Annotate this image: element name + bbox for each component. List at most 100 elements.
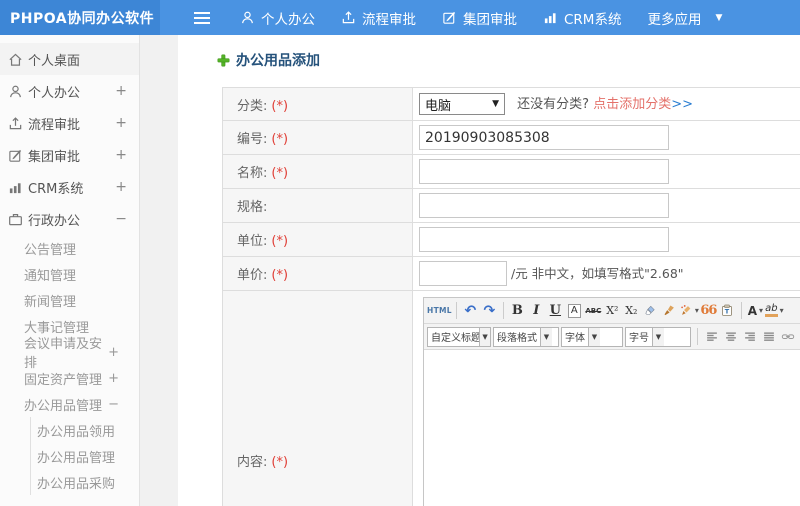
- nav-item-label: 集团审批: [463, 11, 517, 28]
- underline-button[interactable]: U: [546, 301, 565, 321]
- sidebar-item-label: 流程审批: [28, 117, 81, 133]
- editor-toolbar-row2: 自定义标题 ▼ 段落格式 ▼ 字体 ▼ 字号 ▼: [424, 324, 800, 350]
- editor-toolbar-row1: HTML ↶ ↷ B I U A ABC X² X₂ ▾ 66 A ▾ ab ▾: [424, 298, 800, 324]
- redo-icon[interactable]: ↷: [480, 301, 499, 321]
- sidebar-item-supplies-purchase[interactable]: 办公用品采购: [31, 469, 139, 495]
- briefcase-icon: [9, 213, 22, 225]
- name-row: 名称: (*): [222, 154, 800, 189]
- blockquote-button[interactable]: 66: [699, 301, 718, 321]
- sidebar-item-group-approval[interactable]: 集团审批 +: [0, 139, 139, 171]
- spec-input[interactable]: [419, 193, 669, 218]
- sidebar-item-notice-mgmt[interactable]: 通知管理: [0, 261, 139, 287]
- home-icon: [9, 53, 22, 66]
- link-icon[interactable]: [778, 327, 797, 347]
- sidebar-item-office-supplies-mgmt[interactable]: 办公用品管理 −: [0, 391, 139, 417]
- clean-format-icon[interactable]: [660, 301, 679, 321]
- font-style-button[interactable]: A: [565, 301, 584, 321]
- justify-icon[interactable]: [759, 327, 778, 347]
- expand-marker[interactable]: +: [115, 115, 127, 131]
- subscript-button[interactable]: X₂: [622, 301, 641, 321]
- caret-down-icon: ▼: [492, 99, 499, 110]
- sidebar-item-workflow-approval[interactable]: 流程审批 +: [0, 107, 139, 139]
- name-input[interactable]: [419, 159, 669, 184]
- format-painter-icon[interactable]: ▾: [679, 301, 699, 321]
- strikethrough-button[interactable]: ABC: [584, 301, 603, 321]
- add-category-link[interactable]: 点击添加分类: [593, 97, 671, 112]
- category-row: 分类: (*) 电脑 ▼ 还没有分类? 点击添加分类>>: [222, 87, 800, 121]
- sidebar-item-label: 行政办公: [28, 213, 81, 229]
- spec-row: 规格:: [222, 188, 800, 223]
- font-size-select[interactable]: 字号 ▼: [625, 326, 691, 347]
- main-panel: 办公用品添加 分类: (*) 电脑 ▼ 还没有分类? 点击添加分类>> 编号: (*…: [178, 35, 800, 506]
- sidebar-item-supplies-claim[interactable]: 办公用品领用: [31, 417, 139, 443]
- nav-item-group-approval[interactable]: 集团审批: [442, 8, 517, 28]
- html-source-button[interactable]: HTML: [427, 301, 452, 321]
- name-label: 名称: (*): [222, 154, 413, 189]
- bar-chart-icon: [544, 13, 556, 24]
- superscript-button[interactable]: X²: [603, 301, 622, 321]
- person-icon: [242, 11, 253, 24]
- category-select[interactable]: 电脑 ▼: [419, 93, 505, 116]
- paste-icon[interactable]: [718, 301, 737, 321]
- undo-icon[interactable]: ↶: [461, 301, 480, 321]
- bold-button[interactable]: B: [508, 301, 527, 321]
- menu-icon[interactable]: [194, 12, 210, 24]
- content-row: 内容: (*) HTML ↶ ↷ B I U A ABC X² X₂ ▾ 66 …: [222, 290, 800, 506]
- sidebar-item-admin-office[interactable]: 行政办公 −: [0, 203, 139, 235]
- page-title: 办公用品添加: [217, 50, 800, 70]
- editor-content-area[interactable]: [424, 350, 800, 506]
- required-marker: (*): [271, 166, 289, 181]
- paragraph-format-select[interactable]: 段落格式 ▼: [493, 326, 559, 347]
- sidebar-item-fixed-assets-mgmt[interactable]: 固定资产管理 +: [0, 365, 139, 391]
- align-left-icon[interactable]: [702, 327, 721, 347]
- required-marker: (*): [271, 455, 289, 470]
- italic-button[interactable]: I: [527, 301, 546, 321]
- collapse-marker[interactable]: −: [115, 211, 127, 227]
- nav-item-personal-office[interactable]: 个人办公: [240, 8, 315, 28]
- caret-down-icon: ▼: [652, 327, 664, 346]
- sidebar-item-meeting-request-mgmt[interactable]: 会议申请及安排 +: [0, 337, 139, 371]
- expand-marker[interactable]: +: [108, 345, 119, 360]
- nav-item-crm[interactable]: CRM系统: [543, 8, 621, 28]
- caret-down-icon: ▾: [779, 306, 784, 315]
- caret-down-icon: ▼: [715, 12, 723, 23]
- font-family-select[interactable]: 字体 ▼: [561, 326, 623, 347]
- sidebar-item-supplies-mgmt[interactable]: 办公用品管理: [31, 443, 139, 469]
- edit-icon: [9, 149, 22, 162]
- highlight-color-button[interactable]: ab ▾: [765, 301, 784, 321]
- category-select-value: 电脑: [425, 98, 452, 114]
- price-format-hint: /元 非中文，如填写格式"2.68": [511, 265, 684, 281]
- expand-marker[interactable]: +: [115, 83, 127, 99]
- unit-input[interactable]: [419, 227, 669, 252]
- nav-item-label: 个人办公: [261, 11, 315, 28]
- flow-upload-icon: [342, 11, 355, 24]
- nav-item-more-apps[interactable]: 更多应用 ▼: [647, 8, 722, 28]
- content-editor: HTML ↶ ↷ B I U A ABC X² X₂ ▾ 66 A ▾ ab ▾…: [423, 297, 800, 506]
- edit-icon: [443, 11, 456, 24]
- sidebar-item-news-mgmt[interactable]: 新闻管理: [0, 287, 139, 313]
- align-center-icon[interactable]: [721, 327, 740, 347]
- required-marker: (*): [271, 132, 289, 147]
- sidebar-item-personal-office[interactable]: 个人办公 +: [0, 75, 139, 107]
- expand-marker[interactable]: +: [115, 179, 127, 195]
- office-supplies-submenu: 办公用品领用 办公用品管理 办公用品采购: [30, 417, 139, 495]
- code-row: 编号: (*): [222, 120, 800, 155]
- eraser-icon[interactable]: [641, 301, 660, 321]
- supplies-add-form: 分类:(*) 电脑 ▼ 还没有分类? 点击添加分类>> 编号:(*) 名称:(*…: [222, 87, 800, 506]
- sidebar-item-announcement-mgmt[interactable]: 公告管理: [0, 235, 139, 261]
- expand-marker[interactable]: +: [108, 371, 119, 386]
- add-category-link-arrows[interactable]: >>: [671, 97, 693, 112]
- font-color-button[interactable]: A ▾: [746, 301, 765, 321]
- expand-marker[interactable]: +: [115, 147, 127, 163]
- align-right-icon[interactable]: [740, 327, 759, 347]
- nav-item-workflow-approval[interactable]: 流程审批: [341, 8, 416, 28]
- category-label: 分类: (*): [222, 87, 413, 121]
- person-icon: [10, 85, 21, 98]
- heading-select[interactable]: 自定义标题 ▼: [427, 326, 491, 347]
- code-input[interactable]: [419, 125, 669, 150]
- price-input[interactable]: [419, 261, 507, 286]
- sidebar-item-crm[interactable]: CRM系统 +: [0, 171, 139, 203]
- collapse-marker[interactable]: −: [108, 397, 119, 412]
- sidebar-item-desktop[interactable]: 个人桌面: [0, 43, 139, 75]
- price-label: 单价: (*): [222, 256, 413, 291]
